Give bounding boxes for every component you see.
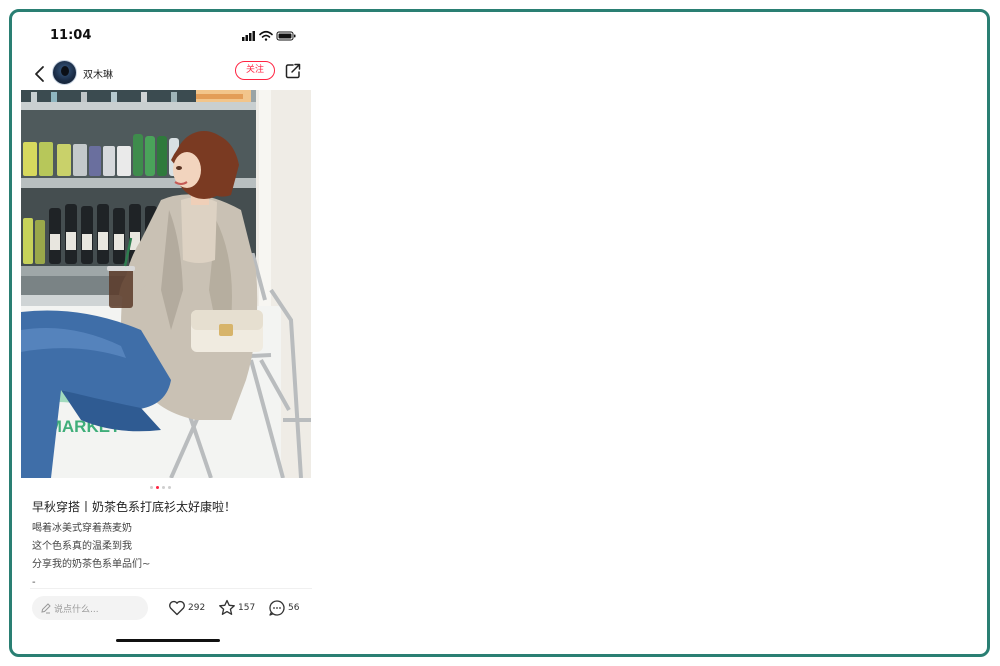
pagination-dot [162,486,165,489]
heart-icon [169,600,185,616]
pagination-dot [168,486,171,489]
like-button[interactable]: 292 [167,598,209,618]
comment-icon [269,600,285,616]
description-line: 分享我的奶茶色系单品们~ [32,559,151,570]
pagination-dot [150,486,153,489]
comment-placeholder: 说点什么... [54,605,99,615]
post-description: 喝着冰美式穿着燕麦奶 这个色系真的温柔到我 分享我的奶茶色系单品们~ - [32,520,150,592]
star-icon [219,599,235,615]
share-icon[interactable] [284,62,302,80]
image-pagination [150,486,180,490]
battery-icon [276,31,296,41]
description-line: 这个色系真的温柔到我 [32,541,132,552]
wifi-icon [259,30,273,41]
collect-button[interactable]: 157 [217,598,259,618]
like-count: 292 [188,603,206,613]
status-time: 11:04 [50,28,92,43]
avatar[interactable] [52,60,77,85]
description-line: 喝着冰美式穿着燕麦奶 [32,523,132,534]
post-title: 早秋穿搭丨奶茶色系打底衫太好康啦！ [32,500,237,514]
pencil-icon [41,603,51,614]
status-icons [242,30,296,41]
comment-count: 56 [288,603,300,613]
signal-icon [242,31,255,41]
home-indicator [116,639,220,642]
description-line: - [32,577,36,588]
divider [30,588,312,589]
comment-input[interactable]: 说点什么... [32,596,148,620]
pagination-dot-active [156,486,159,489]
follow-button[interactable]: 关注 [235,61,275,80]
post-header: 双木琳 关注 [12,56,312,92]
author-name[interactable]: 双木琳 [83,66,113,81]
comment-button[interactable]: 56 [267,598,309,618]
chevron-left-icon[interactable] [30,62,50,86]
post-image[interactable]: IMARKET [21,90,311,478]
collect-count: 157 [238,603,256,613]
device-frame: 11:04 双木琳 关注 IMARKET 早秋穿搭丨奶茶色系打底衫太好康啦！ 喝… [9,9,990,657]
status-bar: 11:04 [12,12,312,56]
